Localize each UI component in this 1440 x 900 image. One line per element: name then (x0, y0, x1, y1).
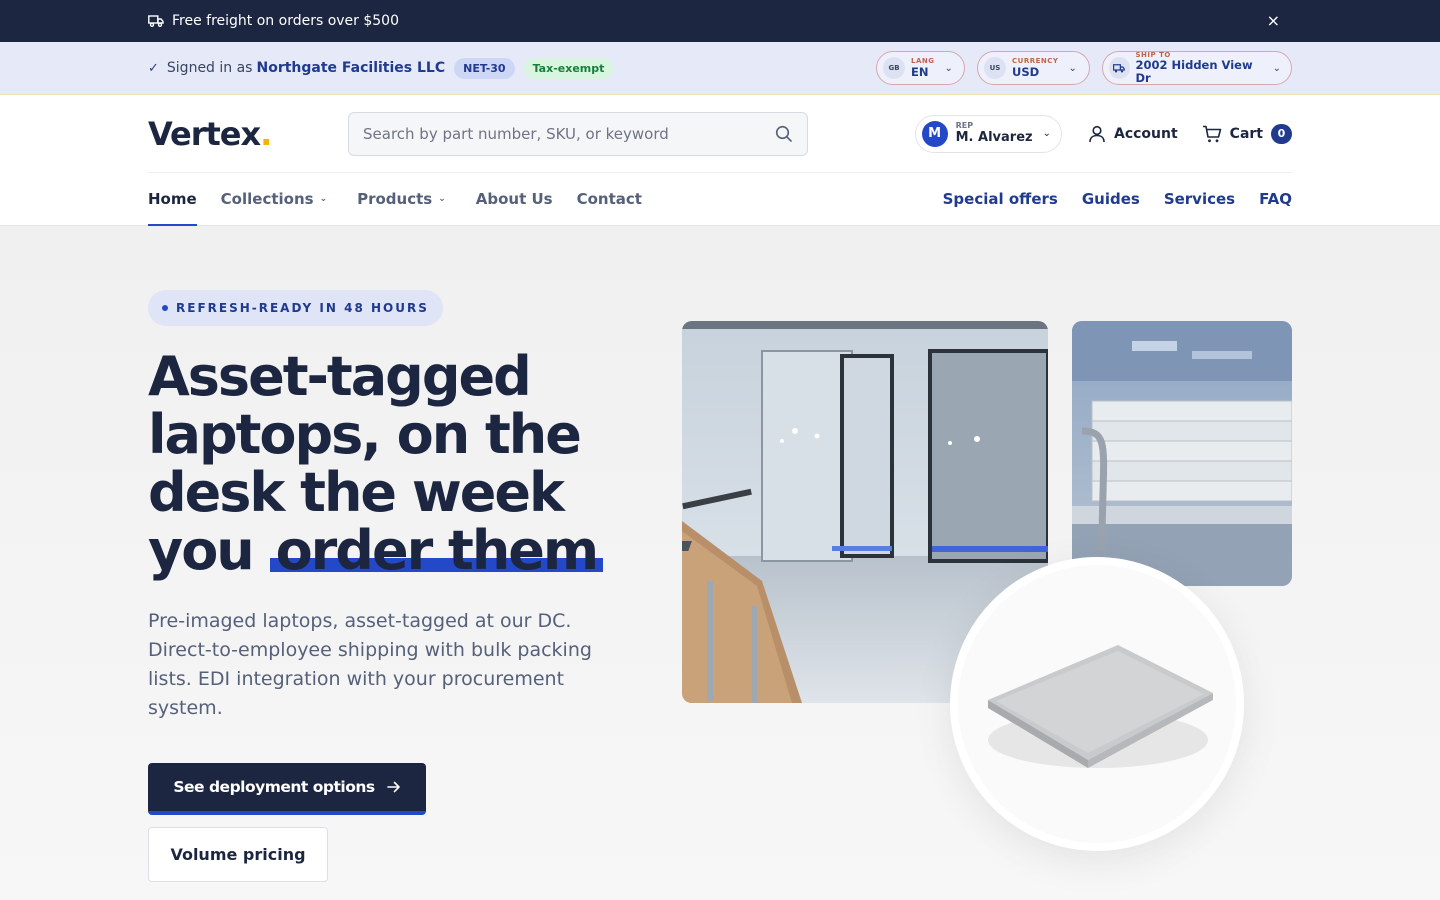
currency-selector[interactable]: US CURRENCY USD ⌄ (977, 51, 1090, 85)
tax-exempt-badge: Tax-exempt (523, 57, 614, 79)
nav-special-offers[interactable]: Special offers (943, 173, 1058, 225)
rep-name: M. Alvarez (955, 129, 1033, 145)
chevron-down-icon: ⌄ (319, 194, 328, 204)
search-icon[interactable] (775, 125, 793, 143)
signed-in-prefix: Signed in as (166, 60, 253, 76)
search-input[interactable] (363, 124, 775, 143)
account-bar: ✓ Signed in as Northgate Facilities LLC … (0, 42, 1440, 95)
hero-badge: REFRESH-READY IN 48 HOURS (148, 290, 443, 326)
announcement-text: Free freight on orders over $500 (172, 13, 400, 29)
volume-pricing-button[interactable]: Volume pricing (148, 827, 328, 882)
nav-faq[interactable]: FAQ (1259, 173, 1292, 225)
chevron-down-icon: ⌄ (1042, 128, 1051, 139)
cart-icon (1202, 125, 1221, 142)
laptop-stack-photo (1072, 321, 1292, 586)
close-icon[interactable]: × (1267, 11, 1280, 30)
hero-subcopy: Pre-imaged laptops, asset-tagged at our … (148, 610, 592, 719)
logo[interactable]: Vertex. (148, 115, 348, 153)
chevron-down-icon: ⌄ (438, 194, 446, 204)
language-value: EN (911, 64, 929, 79)
announcement-bar: Free freight on orders over $500 × (0, 0, 1440, 42)
laptop-product-photo (950, 557, 1244, 851)
rep-selector[interactable]: M REP M. Alvarez ⌄ (914, 114, 1062, 153)
dot-icon (162, 305, 168, 311)
site-header: Vertex. M REP M. Alvarez ⌄ Account (0, 95, 1440, 172)
flag-us-icon: US (984, 57, 1006, 79)
search-bar (348, 111, 808, 156)
ship-to-selector[interactable]: SHIP TO 2002 Hidden View Dr ⌄ (1102, 51, 1292, 85)
nav-about-us[interactable]: About Us (476, 173, 553, 225)
ship-to-value: 2002 Hidden View Dr (1135, 58, 1253, 85)
account-label: Account (1113, 125, 1178, 142)
account-link[interactable]: Account (1088, 125, 1178, 143)
chevron-down-icon: ⌄ (1068, 62, 1077, 74)
terms-badge: NET-30 (454, 57, 515, 79)
headline-highlight: order them (269, 519, 604, 582)
company-name[interactable]: Northgate Facilities LLC (256, 60, 445, 76)
nav-collections[interactable]: Collections ⌄ (221, 173, 327, 225)
chevron-down-icon: ⌄ (944, 62, 953, 74)
rep-avatar: M (921, 120, 948, 147)
nav-products[interactable]: Products ⌄ (357, 173, 446, 225)
language-selector[interactable]: GB LANG EN ⌄ (876, 51, 965, 85)
hero-headline: Asset-tagged laptops, on the desk the we… (148, 348, 618, 582)
truck-icon (148, 15, 164, 27)
truck-icon (1109, 57, 1130, 79)
main-nav: Home Collections ⌄ Products ⌄ About Us Con… (148, 172, 1292, 226)
see-deployment-options-button[interactable]: See deployment options (148, 763, 426, 815)
flag-gb-icon: GB (883, 57, 905, 79)
currency-value: USD (1012, 64, 1040, 79)
nav-home[interactable]: Home (148, 173, 197, 226)
hero-section: REFRESH-READY IN 48 HOURS Asset-tagged l… (0, 226, 1440, 900)
chevron-down-icon: ⌄ (1272, 62, 1281, 74)
nav-services[interactable]: Services (1164, 173, 1235, 225)
check-icon: ✓ (148, 60, 159, 76)
arrow-right-icon (386, 781, 400, 793)
cart-link[interactable]: Cart 0 (1202, 123, 1292, 144)
cart-label: Cart (1229, 125, 1263, 142)
nav-guides[interactable]: Guides (1082, 173, 1140, 225)
nav-contact[interactable]: Contact (577, 173, 642, 225)
user-icon (1089, 125, 1105, 142)
cart-count-badge: 0 (1271, 123, 1292, 144)
